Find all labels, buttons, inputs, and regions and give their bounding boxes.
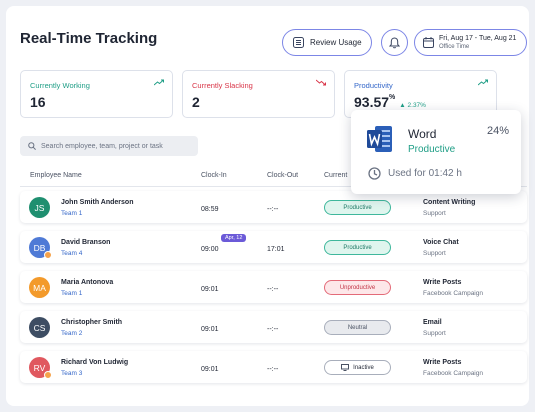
trend-up-icon	[478, 79, 488, 86]
status-badge[interactable]: Neutral	[324, 320, 391, 335]
employee-name[interactable]: David Branson	[61, 239, 110, 246]
status-badge[interactable]: Productive	[324, 240, 391, 255]
status-badge[interactable]: Inactive	[324, 360, 391, 375]
table-row[interactable]: DB David Branson Team 4 Apr, 12 09:00 17…	[20, 231, 527, 263]
bell-icon	[389, 36, 400, 48]
app-percent: 24%	[486, 125, 509, 137]
activity-project: Facebook Campaign	[423, 290, 483, 297]
clock-in: 08:59	[201, 206, 219, 213]
employee-team[interactable]: Team 2	[61, 330, 82, 337]
page-title: Real-Time Tracking	[20, 30, 158, 47]
status-badge[interactable]: Productive	[324, 200, 391, 215]
trend-down-icon	[316, 79, 326, 86]
employee-team[interactable]: Team 1	[61, 210, 82, 217]
employee-team[interactable]: Team 4	[61, 250, 82, 257]
notifications-button[interactable]	[381, 29, 408, 56]
table-row[interactable]: JS John Smith Anderson Team 1 08:59 --:-…	[20, 191, 527, 223]
stat-value: 93.57	[354, 94, 390, 110]
stat-value: 16	[30, 94, 46, 110]
clock-in: 09:01	[201, 286, 219, 293]
status-badge[interactable]: Unproductive	[324, 280, 391, 295]
date-range-sub: Office Time	[439, 43, 470, 50]
stat-value-wrap: 93.57%▲ 2.37%	[354, 94, 426, 110]
column-header-clock-in[interactable]: Clock-In	[201, 172, 227, 179]
table-row[interactable]: CS Christopher Smith Team 2 09:01 --:-- …	[20, 311, 527, 343]
avatar: MA	[29, 277, 50, 298]
app-status: Productive	[408, 144, 456, 155]
clock-in: 09:00	[201, 246, 219, 253]
clock-icon	[368, 167, 381, 180]
table-row[interactable]: MA Maria Antonova Team 1 09:01 --:-- Unp…	[20, 271, 527, 303]
activity-project: Support	[423, 210, 446, 217]
clock-out: 17:01	[267, 246, 285, 253]
activity-name: Content Writing	[423, 199, 476, 206]
review-usage-button[interactable]: Review Usage	[282, 29, 372, 56]
activity-name: Email	[423, 319, 442, 326]
avatar: RV	[29, 357, 52, 379]
column-header-current[interactable]: Current	[324, 172, 347, 179]
employee-name[interactable]: Christopher Smith	[61, 319, 122, 326]
word-icon	[367, 126, 392, 152]
away-indicator	[44, 251, 52, 259]
clock-out: --:--	[267, 366, 279, 373]
column-header-clock-out[interactable]: Clock-Out	[267, 172, 298, 179]
app-used-time: Used for 01:42 h	[388, 168, 462, 179]
avatar: DB	[29, 237, 52, 259]
app-usage-popup: Word Productive 24% Used for 01:42 h	[351, 110, 521, 194]
list-icon	[293, 37, 304, 48]
search-placeholder: Search employee, team, project or task	[41, 142, 163, 150]
stat-label: Currently Slacking	[192, 81, 253, 90]
review-usage-label: Review Usage	[310, 38, 362, 47]
stat-delta: ▲ 2.37%	[399, 102, 426, 109]
activity-name: Write Posts	[423, 279, 462, 286]
monitor-icon	[341, 364, 350, 371]
activity-name: Write Posts	[423, 359, 462, 366]
search-icon	[28, 142, 36, 150]
stat-unit: %	[389, 94, 396, 101]
date-range-picker[interactable]: Fri, Aug 17 - Tue, Aug 21 Office Time	[414, 29, 527, 56]
stat-currently-working: Currently Working 16	[20, 70, 173, 118]
activity-project: Support	[423, 250, 446, 257]
stat-label: Currently Working	[30, 81, 90, 90]
clock-out: --:--	[267, 286, 279, 293]
date-badge: Apr, 12	[221, 234, 247, 242]
clock-out: --:--	[267, 206, 279, 213]
employee-team[interactable]: Team 1	[61, 290, 82, 297]
avatar: CS	[29, 317, 50, 338]
clock-in: 09:01	[201, 326, 219, 333]
column-header-employee[interactable]: Employee Name	[30, 172, 82, 179]
app-name: Word	[408, 127, 437, 141]
stat-value: 2	[192, 94, 200, 110]
table-row[interactable]: RV Richard Von Ludwig Team 3 09:01 --:--…	[20, 351, 527, 383]
employee-name[interactable]: Maria Antonova	[61, 279, 113, 286]
date-range-text: Fri, Aug 17 - Tue, Aug 21	[439, 34, 517, 42]
calendar-icon	[423, 37, 434, 48]
clock-in: 09:01	[201, 366, 219, 373]
away-indicator	[44, 371, 52, 379]
trend-up-icon	[154, 79, 164, 86]
activity-project: Support	[423, 330, 446, 337]
stat-label: Productivity	[354, 81, 393, 90]
employee-team[interactable]: Team 3	[61, 370, 82, 377]
employee-name[interactable]: John Smith Anderson	[61, 199, 133, 206]
activity-project: Facebook Campaign	[423, 370, 483, 377]
clock-out: --:--	[267, 326, 279, 333]
activity-name: Voice Chat	[423, 239, 459, 246]
stat-currently-slacking: Currently Slacking 2	[182, 70, 335, 118]
search-input[interactable]: Search employee, team, project or task	[20, 136, 198, 156]
status-label: Inactive	[353, 364, 374, 371]
employee-name[interactable]: Richard Von Ludwig	[61, 359, 128, 366]
avatar: JS	[29, 197, 50, 218]
